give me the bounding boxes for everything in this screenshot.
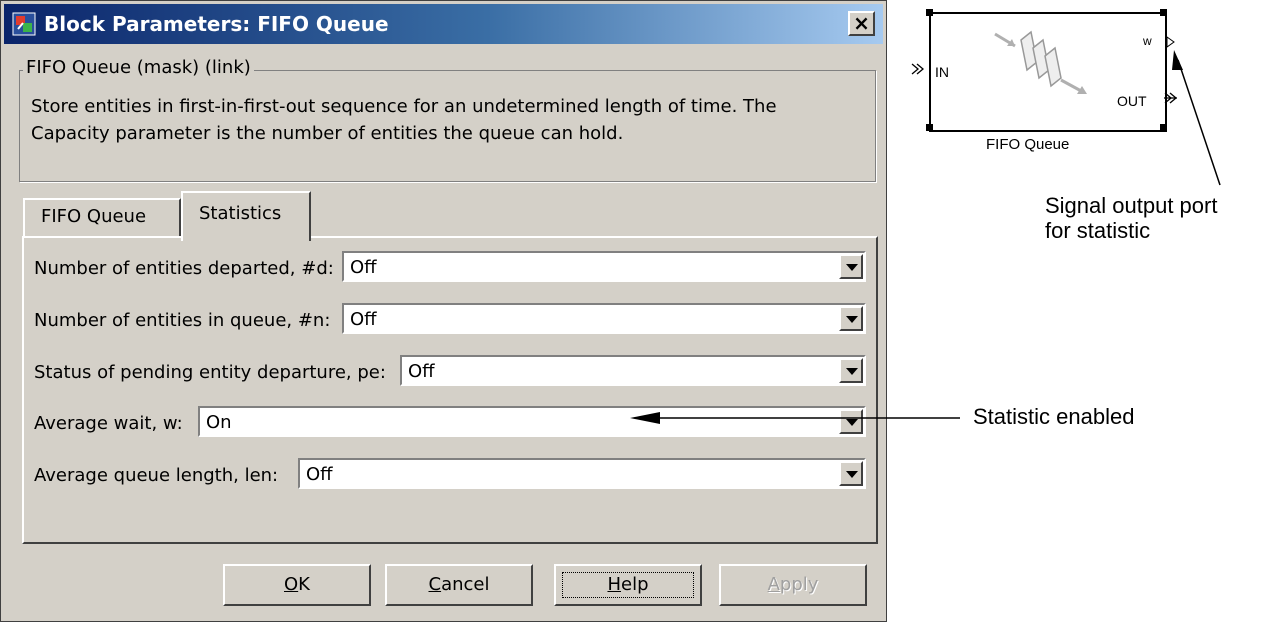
- signal-port-icon: [1166, 36, 1175, 48]
- arrowhead-icon: [630, 412, 660, 424]
- signal-port-arrow: [1177, 59, 1221, 186]
- tab-statistics[interactable]: Statistics: [181, 191, 311, 241]
- arrowhead-icon: [1172, 50, 1183, 70]
- callout-statistic-enabled: Statistic enabled: [973, 404, 1135, 429]
- annotation-overlay: [630, 36, 1221, 424]
- input-port-icon: [911, 63, 925, 75]
- output-port-icon: [1164, 92, 1178, 104]
- tab-label: Statistics: [199, 203, 282, 224]
- callout-signal-port: for statistic: [1045, 218, 1151, 243]
- callout-signal-port: Signal output port: [1045, 193, 1218, 218]
